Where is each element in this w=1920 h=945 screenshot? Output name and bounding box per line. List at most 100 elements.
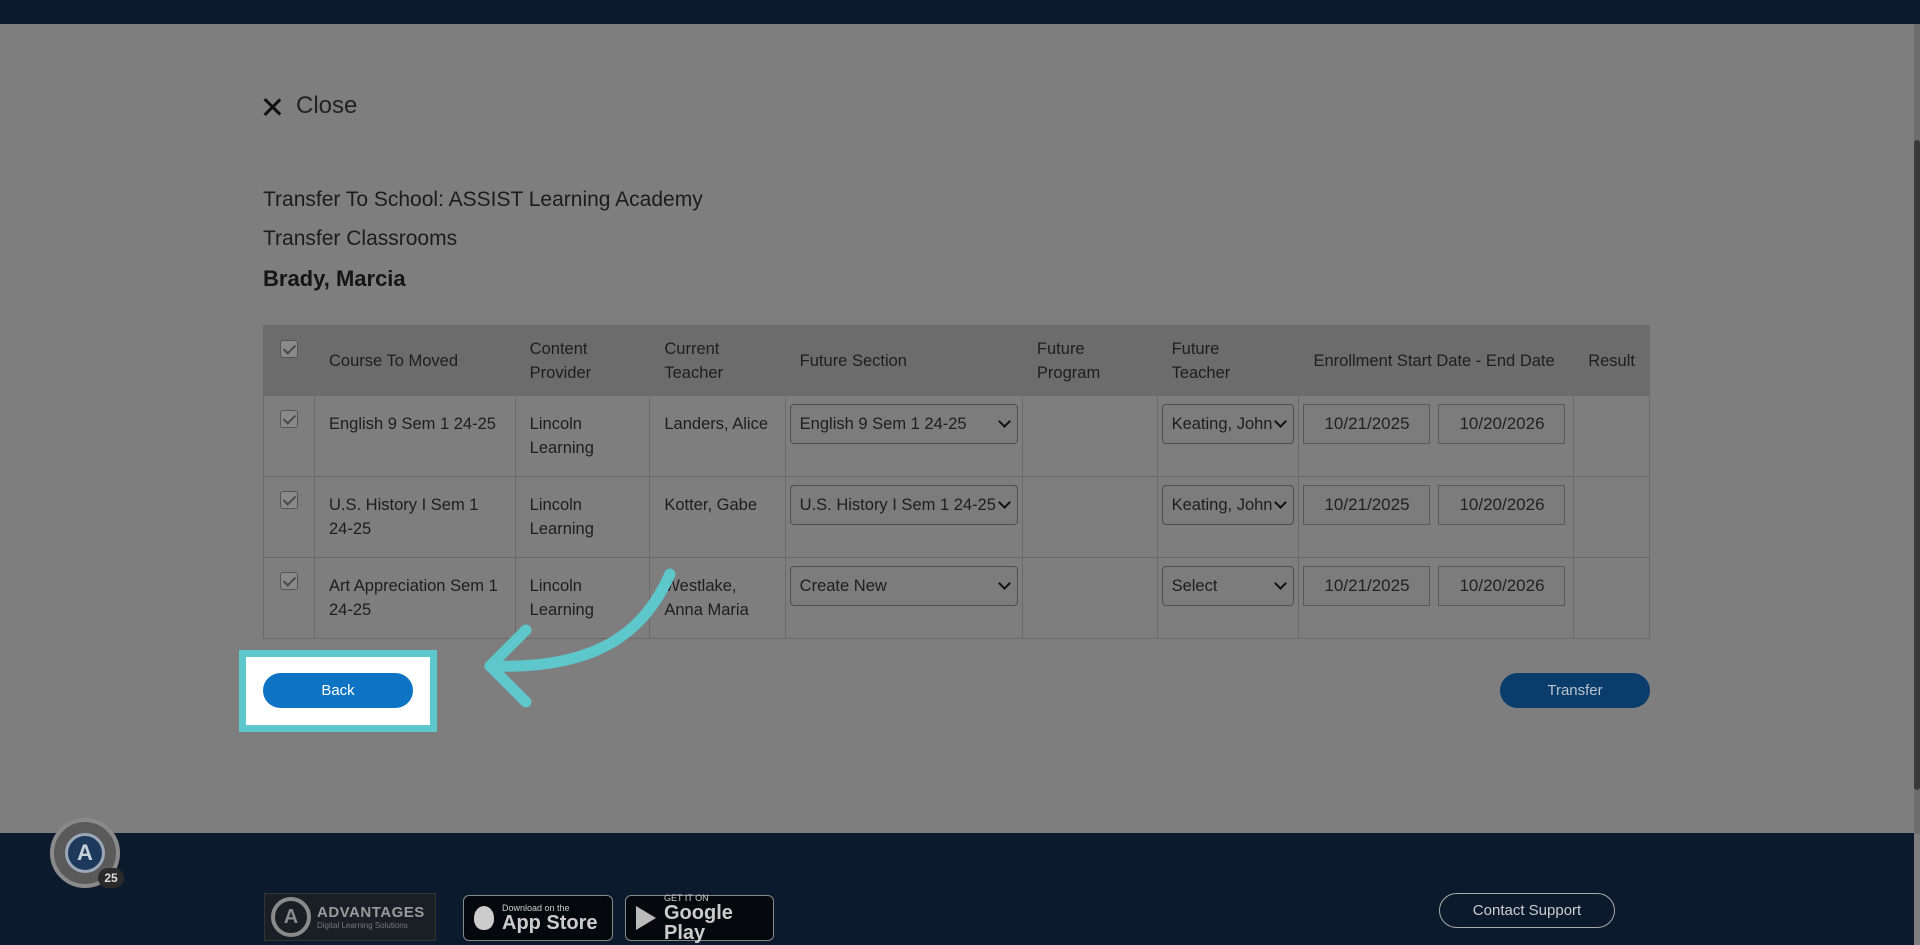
brand-name: ADVANTAGES <box>317 904 425 921</box>
top-bar <box>0 0 1920 24</box>
future-section-value: Create New <box>799 577 887 595</box>
future-teacher-select[interactable]: Keating, John <box>1161 485 1295 525</box>
header-future-section: Future Section <box>784 325 1023 396</box>
contact-support-button[interactable]: Contact Support <box>1439 893 1615 928</box>
future-teacher-value: Keating, John <box>1171 415 1273 433</box>
future-section-select[interactable]: Create New <box>789 566 1018 606</box>
header-current-teacher: Current Teacher <box>649 325 786 396</box>
close-button[interactable]: Close <box>262 92 357 120</box>
header-teacher-line2: Teacher <box>664 363 724 382</box>
header-dates: Enrollment Start Date - End Date <box>1298 325 1575 396</box>
header-provider: Content Provider <box>514 325 651 396</box>
provider-cell: Lincoln Learning <box>514 395 651 477</box>
course-cell: English 9 Sem 1 24-25 <box>314 395 516 477</box>
future-teacher-cell: Keating, John <box>1156 476 1300 558</box>
future-teacher-select[interactable]: Keating, John <box>1161 404 1295 444</box>
future-section-value: U.S. History I Sem 1 24-25 <box>799 496 996 514</box>
future-program-cell <box>1021 395 1158 477</box>
chevron-down-icon <box>1274 415 1288 428</box>
header-program-line1: Future <box>1036 339 1085 358</box>
future-section-cell: U.S. History I Sem 1 24-25 <box>784 476 1023 558</box>
row-checkbox-cell <box>263 395 315 477</box>
brand-tagline: Digital Learning Solutions <box>317 921 408 930</box>
row-checkbox[interactable] <box>280 410 298 428</box>
header-provider-line1: Content <box>529 339 588 358</box>
google-play-icon <box>636 906 656 930</box>
future-section-select[interactable]: U.S. History I Sem 1 24-25 <box>789 485 1018 525</box>
table-row: U.S. History I Sem 1 24-25 Lincoln Learn… <box>263 476 1650 558</box>
current-teacher-cell: Kotter, Gabe <box>649 476 786 558</box>
future-section-value: English 9 Sem 1 24-25 <box>799 415 967 433</box>
table-header-row: Course To Moved Content Provider Current T… <box>263 325 1650 396</box>
start-date-input[interactable]: 10/21/2025 <box>1303 566 1431 606</box>
transfer-to-school-heading: Transfer To School: ASSIST Learning Acad… <box>263 188 703 211</box>
future-section-select[interactable]: English 9 Sem 1 24-25 <box>789 404 1018 444</box>
header-result-label: Result <box>1588 351 1635 370</box>
header-result: Result <box>1573 325 1650 396</box>
chevron-down-icon <box>998 415 1011 428</box>
scrollbar-thumb[interactable] <box>1914 140 1920 790</box>
app-store-badge[interactable]: Download on the App Store <box>463 895 613 941</box>
header-course-label: Course To Moved <box>329 351 459 370</box>
header-future-teacher-line2: Teacher <box>1171 363 1231 382</box>
row-checkbox-cell <box>263 476 315 558</box>
current-teacher-cell: Landers, Alice <box>649 395 786 477</box>
future-section-cell: Create New <box>784 557 1023 639</box>
dates-cell: 10/21/2025 10/20/2026 <box>1298 557 1575 639</box>
end-date-input[interactable]: 10/20/2026 <box>1438 566 1566 606</box>
close-label[interactable]: Close <box>296 92 357 120</box>
student-name: Brady, Marcia <box>263 266 406 291</box>
app-badge[interactable]: A 25 <box>50 818 124 888</box>
future-program-cell <box>1021 476 1158 558</box>
future-teacher-value: Keating, John <box>1171 496 1273 514</box>
header-future-teacher-line1: Future <box>1171 339 1220 358</box>
chevron-down-icon <box>998 496 1011 509</box>
future-teacher-select[interactable]: Select <box>1161 566 1295 606</box>
advantages-mark-icon: A <box>271 897 311 937</box>
header-course: Course To Moved <box>314 325 516 396</box>
back-button[interactable]: Back <box>263 673 413 708</box>
google-play-badge[interactable]: GET IT ON Google Play <box>625 893 774 944</box>
close-icon[interactable] <box>262 96 282 116</box>
start-date-input[interactable]: 10/21/2025 <box>1303 404 1431 444</box>
result-cell <box>1573 557 1650 639</box>
row-checkbox[interactable] <box>280 572 298 590</box>
future-teacher-cell: Keating, John <box>1156 395 1300 477</box>
header-future-program: Future Program <box>1021 325 1158 396</box>
header-future-section-label: Future Section <box>799 351 907 370</box>
app-logo-icon: A <box>65 833 105 873</box>
notification-count: 25 <box>98 868 124 888</box>
section-title: Transfer Classrooms <box>263 227 458 250</box>
end-date-input[interactable]: 10/20/2026 <box>1438 404 1566 444</box>
chevron-down-icon <box>998 577 1011 590</box>
dates-cell: 10/21/2025 10/20/2026 <box>1298 476 1575 558</box>
header-future-teacher: Future Teacher <box>1156 325 1300 396</box>
course-cell: U.S. History I Sem 1 24-25 <box>314 476 516 558</box>
google-big-text: Google Play <box>664 902 733 944</box>
future-teacher-cell: Select <box>1156 557 1300 639</box>
result-cell <box>1573 476 1650 558</box>
row-checkbox[interactable] <box>280 491 298 509</box>
dates-cell: 10/21/2025 10/20/2026 <box>1298 395 1575 477</box>
chevron-down-icon <box>1274 577 1288 590</box>
advantages-logo[interactable]: A ADVANTAGES Digital Learning Solutions <box>264 893 436 941</box>
end-date-input[interactable]: 10/20/2026 <box>1438 485 1566 525</box>
future-teacher-value: Select <box>1171 577 1218 595</box>
future-program-cell <box>1021 557 1158 639</box>
future-section-cell: English 9 Sem 1 24-25 <box>784 395 1023 477</box>
apple-icon <box>474 906 494 930</box>
row-checkbox-cell <box>263 557 315 639</box>
select-all-checkbox[interactable] <box>280 340 298 358</box>
table-row: English 9 Sem 1 24-25 Lincoln Learning L… <box>263 395 1650 477</box>
result-cell <box>1573 395 1650 477</box>
chevron-down-icon <box>1274 496 1288 509</box>
header-dates-label: Enrollment Start Date - End Date <box>1313 351 1555 370</box>
provider-cell: Lincoln Learning <box>514 476 651 558</box>
header-program-line2: Program <box>1036 363 1101 382</box>
header-teacher-line1: Current <box>664 339 720 358</box>
select-all-cell <box>263 325 315 396</box>
transfer-button[interactable]: Transfer <box>1500 673 1650 708</box>
header-provider-line2: Provider <box>529 363 592 382</box>
start-date-input[interactable]: 10/21/2025 <box>1303 485 1431 525</box>
apple-big-text: App Store <box>502 912 598 934</box>
